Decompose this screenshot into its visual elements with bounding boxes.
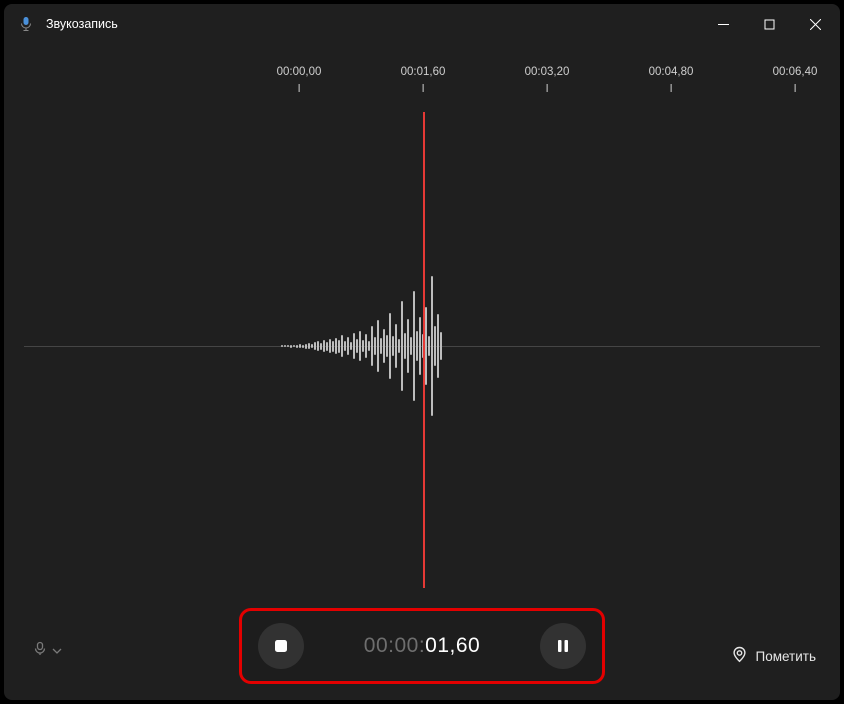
waveform-bar: [350, 342, 352, 350]
waveform-bar: [377, 320, 379, 372]
waveform-area[interactable]: [24, 112, 820, 580]
time-value: 01,60: [425, 634, 480, 658]
waveform-bar: [425, 307, 427, 385]
microphone-app-icon: [18, 16, 34, 32]
ruler-tick-label: 00:03,20: [525, 66, 570, 78]
waveform-bar: [419, 317, 421, 375]
waveform-bar: [338, 340, 340, 353]
waveform-bar: [359, 331, 361, 361]
window-controls: [700, 8, 838, 40]
waveform-bar: [311, 344, 313, 348]
waveform-bar: [281, 345, 283, 347]
waveform-bar: [365, 334, 367, 358]
waveform-bar: [344, 341, 346, 351]
bottom-bar: 00:00: 01,60 Пометить: [4, 592, 840, 700]
app-window: Звукозапись 00:00,0000:01,6000:03,2000:0…: [4, 4, 840, 700]
waveform-bar: [389, 313, 391, 379]
waveform-bar: [434, 326, 436, 366]
close-button[interactable]: [792, 8, 838, 40]
ruler-tick-label: 00:04,80: [649, 66, 694, 78]
ruler-tick: 00:03,20: [525, 66, 570, 92]
ruler-tick: 00:01,60: [401, 66, 446, 92]
waveform-bar: [299, 344, 301, 348]
ruler-tick-mark: [422, 84, 423, 92]
ruler-tick-mark: [794, 84, 795, 92]
waveform-bar: [428, 336, 430, 356]
waveform-bar: [290, 345, 292, 348]
minimize-button[interactable]: [700, 8, 746, 40]
ruler-tick-mark: [670, 84, 671, 92]
waveform-bar: [293, 345, 295, 347]
waveform-bar: [317, 341, 319, 351]
ruler-tick-label: 00:06,40: [773, 66, 818, 78]
app-title: Звукозапись: [46, 17, 118, 31]
waveform-bar: [332, 341, 334, 352]
waveform-bar: [440, 332, 442, 360]
ruler-tick-mark: [298, 84, 299, 92]
waveform-bar: [296, 345, 298, 348]
maximize-button[interactable]: [746, 8, 792, 40]
waveform-bar: [374, 337, 376, 355]
ruler-tick-mark: [546, 84, 547, 92]
waveform-bar: [341, 335, 343, 357]
waveform-bar: [437, 314, 439, 378]
titlebar: Звукозапись: [4, 4, 840, 44]
waveform-bar: [413, 291, 415, 401]
mark-label: Пометить: [756, 649, 817, 664]
waveform-bar: [395, 324, 397, 368]
ruler-tick-label: 00:01,60: [401, 66, 446, 78]
waveform-bar: [401, 301, 403, 391]
waveform-bar: [416, 331, 418, 361]
waveform-bar: [383, 329, 385, 363]
waveform-bar: [368, 341, 370, 351]
waveform-bar: [392, 336, 394, 356]
waveform-bar: [386, 335, 388, 357]
pause-button[interactable]: [540, 623, 586, 669]
waveform: [281, 112, 442, 580]
waveform-bar: [371, 326, 373, 366]
waveform-bar: [287, 345, 289, 347]
waveform-bar: [305, 344, 307, 349]
waveform-bar: [362, 340, 364, 352]
stop-button[interactable]: [258, 623, 304, 669]
recording-time: 00:00: 01,60: [364, 634, 480, 658]
waveform-bar: [398, 339, 400, 353]
marker-icon: [731, 646, 748, 666]
waveform-bar: [431, 276, 433, 416]
microphone-selector[interactable]: [32, 641, 62, 662]
playhead[interactable]: [423, 112, 425, 588]
waveform-bar: [326, 342, 328, 351]
mark-button[interactable]: Пометить: [731, 646, 817, 666]
waveform-bar: [335, 338, 337, 354]
recording-controls-highlight: 00:00: 01,60: [239, 608, 605, 684]
waveform-bar: [347, 337, 349, 355]
ruler-tick: 00:04,80: [649, 66, 694, 92]
waveform-bar: [404, 333, 406, 359]
waveform-bar: [320, 343, 322, 350]
waveform-bar: [353, 333, 355, 359]
time-prefix: 00:00:: [364, 634, 425, 658]
waveform-bar: [314, 342, 316, 350]
microphone-icon: [32, 641, 48, 662]
ruler-tick: 00:06,40: [773, 66, 818, 92]
ruler-tick: 00:00,00: [277, 66, 322, 92]
waveform-bar: [329, 339, 331, 353]
waveform-bar: [410, 337, 412, 355]
waveform-bar: [302, 345, 304, 348]
chevron-down-icon: [52, 643, 62, 661]
waveform-bar: [380, 338, 382, 354]
ruler-tick-label: 00:00,00: [277, 66, 322, 78]
waveform-bar: [323, 340, 325, 352]
waveform-bar: [356, 339, 358, 353]
timeline-ruler: 00:00,00 00:01,60 00:03,20 00:04,80 00:06,40: [4, 66, 840, 102]
waveform-bar: [407, 319, 409, 373]
waveform-bar: [284, 345, 286, 347]
waveform-bar: [308, 343, 310, 349]
